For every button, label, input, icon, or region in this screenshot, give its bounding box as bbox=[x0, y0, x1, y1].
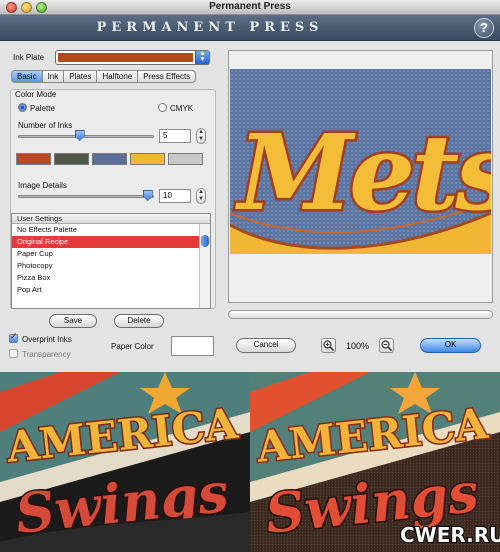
zoom-out-icon bbox=[381, 340, 393, 352]
mets-preview-art: Mets bbox=[230, 69, 491, 254]
zoom-in-icon bbox=[323, 340, 335, 352]
app-banner: PERMANENT PRESS ? bbox=[0, 15, 500, 41]
ink-swatch[interactable] bbox=[130, 153, 165, 165]
watermark-text: CWER.RU bbox=[400, 523, 500, 547]
transparency-checkbox[interactable] bbox=[9, 349, 18, 358]
render-progress-bar bbox=[228, 310, 493, 319]
ink-plate-select[interactable]: ▲ ▼ bbox=[55, 50, 210, 65]
number-of-inks-slider[interactable] bbox=[18, 135, 154, 138]
cmyk-label: CMYK bbox=[170, 104, 194, 113]
list-scroll-thumb[interactable] bbox=[201, 235, 209, 247]
ink-plate-swatch bbox=[58, 53, 193, 62]
number-of-inks-field[interactable]: 5 bbox=[159, 129, 191, 143]
list-item[interactable]: Pop Art bbox=[12, 284, 199, 296]
ink-swatch[interactable] bbox=[16, 153, 51, 165]
transparency-label: Transparency bbox=[22, 350, 71, 359]
list-item[interactable]: Pizza Box bbox=[12, 272, 199, 284]
preview-art-text: Mets bbox=[235, 111, 491, 234]
paper-color-well[interactable] bbox=[171, 336, 214, 356]
dialog-content: Ink Plate ▲ ▼ Basic Ink Plates Halftone P… bbox=[0, 41, 500, 372]
save-button[interactable]: Save bbox=[49, 314, 97, 328]
user-settings-list[interactable]: User Settings No Effects Palette Origina… bbox=[11, 213, 211, 309]
cmyk-radio[interactable] bbox=[158, 103, 167, 112]
zoom-in-button[interactable] bbox=[321, 338, 336, 353]
tab-press-effects[interactable]: Press Effects bbox=[138, 70, 197, 83]
user-settings-header: User Settings bbox=[12, 214, 210, 224]
title-bar: Permanent Press bbox=[0, 0, 500, 15]
cancel-button[interactable]: Cancel bbox=[236, 338, 296, 353]
screenshot: Permanent Press PERMANENT PRESS ? Ink Pl… bbox=[0, 0, 500, 552]
america-swings-processed-art: AMERICA Swings CWER.RU bbox=[250, 372, 500, 552]
help-button[interactable]: ? bbox=[474, 18, 494, 38]
tab-halftone[interactable]: Halftone bbox=[97, 70, 139, 83]
tab-plates[interactable]: Plates bbox=[64, 70, 98, 83]
list-item[interactable]: Photocopy bbox=[12, 260, 199, 272]
banner-title: PERMANENT PRESS bbox=[96, 20, 324, 35]
delete-button[interactable]: Delete bbox=[114, 314, 164, 328]
zoom-out-button[interactable] bbox=[379, 338, 394, 353]
select-arrows-icon: ▲ ▼ bbox=[195, 50, 209, 64]
image-details-field[interactable]: 10 bbox=[159, 189, 191, 203]
palette-label: Palette bbox=[30, 104, 55, 113]
ink-swatch[interactable] bbox=[92, 153, 127, 165]
image-details-slider[interactable] bbox=[18, 195, 154, 198]
color-mode-label: Color Mode bbox=[15, 90, 57, 99]
tab-ink[interactable]: Ink bbox=[42, 70, 65, 83]
settings-tabs: Basic Ink Plates Halftone Press Effects bbox=[11, 70, 197, 83]
tab-basic[interactable]: Basic bbox=[11, 70, 43, 83]
ink-swatch[interactable] bbox=[54, 153, 89, 165]
list-item[interactable]: No Effects Palette bbox=[12, 224, 199, 236]
zoom-level: 100% bbox=[346, 341, 370, 351]
preview-image[interactable]: Mets bbox=[230, 69, 491, 254]
list-scrollbar[interactable] bbox=[199, 224, 210, 308]
sample-image-original: AMERICA Swings bbox=[0, 372, 250, 552]
ink-swatch[interactable] bbox=[168, 153, 203, 165]
sample-image-processed: AMERICA Swings CWER.RU bbox=[250, 372, 500, 552]
window-title: Permanent Press bbox=[209, 1, 291, 12]
number-of-inks-label: Number of Inks bbox=[18, 121, 73, 130]
image-details-label: Image Details bbox=[18, 181, 67, 190]
palette-radio[interactable] bbox=[18, 103, 27, 112]
number-of-inks-stepper[interactable]: ▲ ▼ bbox=[196, 128, 206, 144]
list-item[interactable]: Paper Cup bbox=[12, 248, 199, 260]
ink-swatches bbox=[16, 153, 203, 165]
overprint-inks-label: Overprint Inks bbox=[22, 335, 72, 344]
overprint-inks-checkbox[interactable] bbox=[9, 332, 18, 343]
sample-images: AMERICA Swings AMERICA Swings CWER.RU bbox=[0, 372, 500, 552]
ink-plate-label: Ink Plate bbox=[13, 53, 45, 62]
ok-button[interactable]: OK bbox=[420, 338, 481, 353]
image-details-stepper[interactable]: ▲ ▼ bbox=[196, 188, 206, 204]
list-item[interactable]: Original Recipe bbox=[12, 236, 199, 248]
paper-color-label: Paper Color bbox=[111, 342, 154, 351]
america-swings-original-art: AMERICA Swings bbox=[0, 372, 250, 552]
